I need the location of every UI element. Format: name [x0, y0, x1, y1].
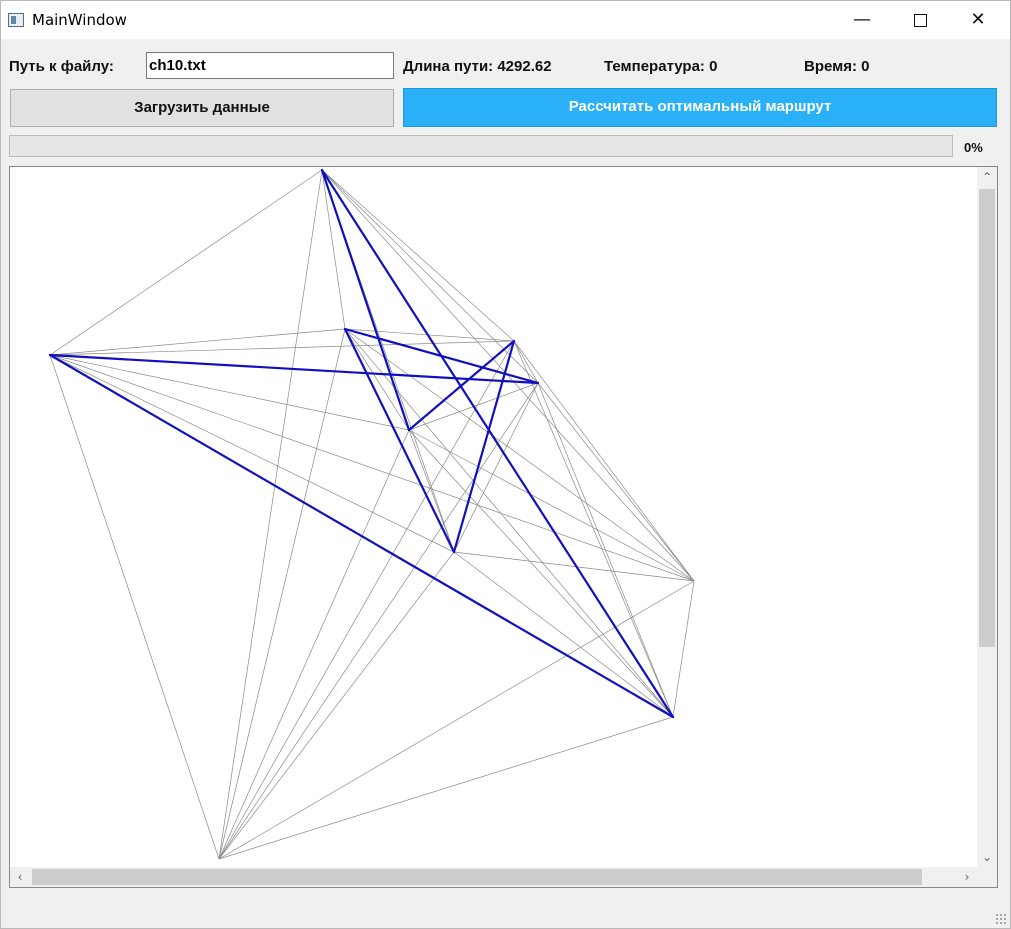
graph-edge — [49, 354, 220, 860]
graph-edge — [49, 328, 346, 356]
load-data-button[interactable]: Загрузить данные — [10, 89, 394, 127]
horizontal-scroll-thumb[interactable] — [32, 869, 922, 885]
title-bar[interactable]: MainWindow — ✕ — [1, 1, 1010, 39]
edges-layer — [49, 169, 695, 860]
route-layer — [48, 168, 675, 719]
graph-edge — [513, 340, 695, 582]
graph-edge — [218, 169, 323, 860]
graph-view[interactable]: ⌃ ⌄ ‹ › — [9, 166, 998, 888]
graph-edge — [453, 551, 695, 582]
graph-edge — [49, 169, 323, 356]
graph-edge — [218, 382, 539, 860]
scroll-up-arrow-icon[interactable]: ⌃ — [977, 167, 997, 187]
app-icon — [8, 13, 24, 27]
temperature-label: Температура: 0 — [604, 58, 718, 75]
file-path-input[interactable]: ch10.txt — [146, 52, 394, 79]
scroll-left-arrow-icon[interactable]: ‹ — [10, 867, 30, 887]
close-button[interactable]: ✕ — [949, 1, 1007, 39]
graph-edge — [537, 382, 695, 582]
vertical-scroll-thumb[interactable] — [979, 189, 995, 647]
graph-edge — [321, 169, 539, 384]
route-segment — [320, 168, 675, 719]
window-title: MainWindow — [32, 11, 127, 29]
minimize-button[interactable]: — — [833, 1, 891, 39]
path-length-label: Длина пути: 4292.62 — [403, 58, 552, 75]
graph-edge — [218, 429, 410, 860]
maximize-icon — [914, 14, 927, 27]
graph-edge — [453, 551, 674, 718]
route-segment — [343, 327, 456, 554]
graph-edge — [218, 580, 695, 860]
graph-edge — [344, 328, 695, 582]
scrollbar-corner — [977, 867, 997, 887]
scroll-right-arrow-icon[interactable]: › — [957, 867, 977, 887]
graph-edge — [537, 382, 674, 718]
file-path-label: Путь к файлу: — [9, 58, 114, 75]
graph-edge — [672, 580, 695, 718]
graph-canvas — [48, 168, 695, 860]
route-segment — [407, 339, 516, 432]
progress-percent: 0% — [964, 140, 983, 155]
graph-edge — [49, 354, 695, 582]
resize-grip-icon[interactable] — [995, 913, 1007, 925]
graph-edge — [453, 382, 539, 553]
calculate-route-button[interactable]: Рассчитать оптимальный маршрут — [403, 88, 997, 127]
graph-edge — [218, 716, 674, 860]
horizontal-scrollbar[interactable]: ‹ › — [10, 867, 977, 887]
graph-edge — [513, 340, 674, 718]
graph-edge — [218, 328, 346, 860]
graph-edge — [49, 340, 515, 356]
vertical-scrollbar[interactable]: ⌃ ⌄ — [977, 167, 997, 867]
graph-edge — [408, 429, 695, 582]
main-window: MainWindow — ✕ Путь к файлу: ch10.txt Дл… — [0, 0, 1011, 929]
progress-bar — [9, 135, 953, 157]
route-segment — [48, 353, 675, 719]
graph-edge — [321, 169, 346, 330]
route-segment — [452, 339, 516, 554]
time-label: Время: 0 — [804, 58, 870, 75]
scroll-down-arrow-icon[interactable]: ⌄ — [977, 847, 997, 867]
graph-edge — [218, 551, 455, 860]
